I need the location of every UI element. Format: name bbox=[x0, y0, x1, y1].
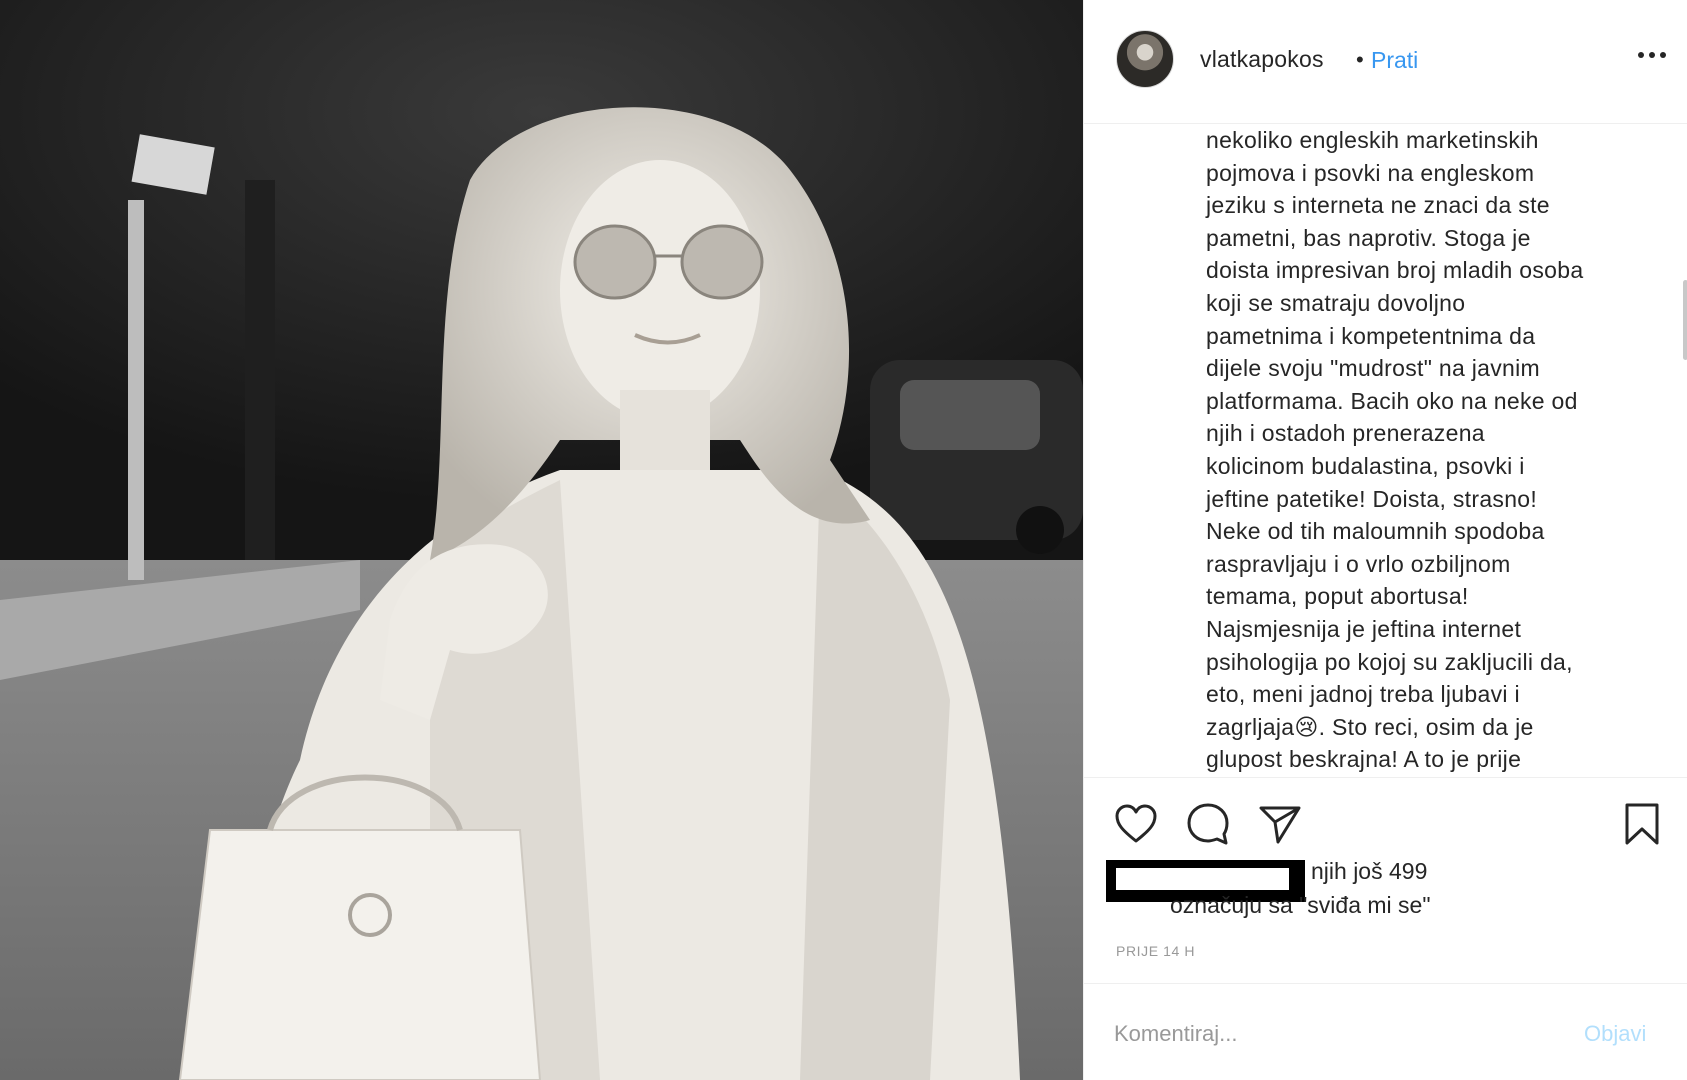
caption-line: temama, poput abortusa! bbox=[1206, 583, 1469, 610]
username-link[interactable]: vlatkapokos bbox=[1200, 46, 1324, 73]
action-bar bbox=[1084, 790, 1687, 850]
caption-line: pojmova i psovki na engleskom bbox=[1206, 159, 1535, 186]
caption-line: kolicinom budalastina, psovki i bbox=[1206, 452, 1525, 479]
follow-button[interactable]: Prati bbox=[1371, 47, 1418, 74]
caption-line: nekoliko engleskih marketinskih bbox=[1206, 127, 1539, 153]
likes-label-text: označuju sa "sviđa mi se" bbox=[1170, 892, 1431, 918]
header-separator: • bbox=[1356, 47, 1364, 72]
photo-illustration bbox=[0, 0, 1083, 1080]
post-photo[interactable] bbox=[0, 0, 1083, 1080]
caption-line: psihologija po kojoj su zakljucili da, bbox=[1206, 648, 1573, 675]
caption-line: pametnima i kompetentnima da bbox=[1206, 322, 1536, 349]
more-options-icon[interactable] bbox=[1632, 40, 1672, 70]
caption-line: eto, meni jadnoj treba ljubavi i bbox=[1206, 681, 1520, 708]
post-timestamp[interactable]: PRIJE 14 H bbox=[1116, 943, 1195, 959]
likes-count-text[interactable]: njih još 499 bbox=[1311, 858, 1427, 885]
caption-area[interactable]: nekoliko engleskih marketinskih pojmova … bbox=[1084, 124, 1687, 778]
post-header: vlatkapokos • Prati bbox=[1084, 0, 1687, 124]
caption-text: nekoliko engleskih marketinskih pojmova … bbox=[1206, 124, 1646, 776]
caption-scrollbar[interactable] bbox=[1683, 280, 1687, 360]
caption-line: koji se smatraju dovoljno bbox=[1206, 289, 1466, 316]
caption-line: raspravljaju i o vrlo ozbiljnom bbox=[1206, 550, 1511, 577]
caption-line: jeftine patetike! Doista, strasno! bbox=[1206, 485, 1538, 512]
caption-line: Neke od tih maloumnih spodoba bbox=[1206, 518, 1545, 545]
caption-line: dijele svoju "mudrost" na javnim bbox=[1206, 355, 1541, 382]
avatar[interactable] bbox=[1116, 30, 1174, 88]
caption-line: pametni, bas naprotiv. Stoga je bbox=[1206, 224, 1531, 251]
caption-line: zagrljaja😢. Sto reci, osim da je bbox=[1206, 713, 1534, 740]
comment-bar: Objavi bbox=[1084, 983, 1687, 1080]
caption-line: Najsmjesnija je jeftina internet bbox=[1206, 615, 1522, 642]
bookmark-icon[interactable] bbox=[1618, 800, 1666, 848]
post-sidebar: vlatkapokos • Prati nekoliko engleskih m… bbox=[1083, 0, 1687, 1080]
comment-input[interactable] bbox=[1114, 1014, 1534, 1054]
heart-icon[interactable] bbox=[1112, 800, 1160, 848]
caption-line: jeziku s interneta ne znaci da ste bbox=[1206, 192, 1550, 219]
caption-line: doista impresivan broj mladih osoba bbox=[1206, 257, 1584, 284]
caption-line: glupost beskrajna! A to je prije bbox=[1206, 746, 1522, 773]
post-comment-button[interactable]: Objavi bbox=[1584, 1021, 1646, 1047]
share-icon[interactable] bbox=[1256, 800, 1304, 848]
caption-line: platformama. Bacih oko na neke od bbox=[1206, 387, 1578, 414]
comment-icon[interactable] bbox=[1184, 800, 1232, 848]
caption-line: njih i ostadoh prenerazena bbox=[1206, 420, 1485, 447]
